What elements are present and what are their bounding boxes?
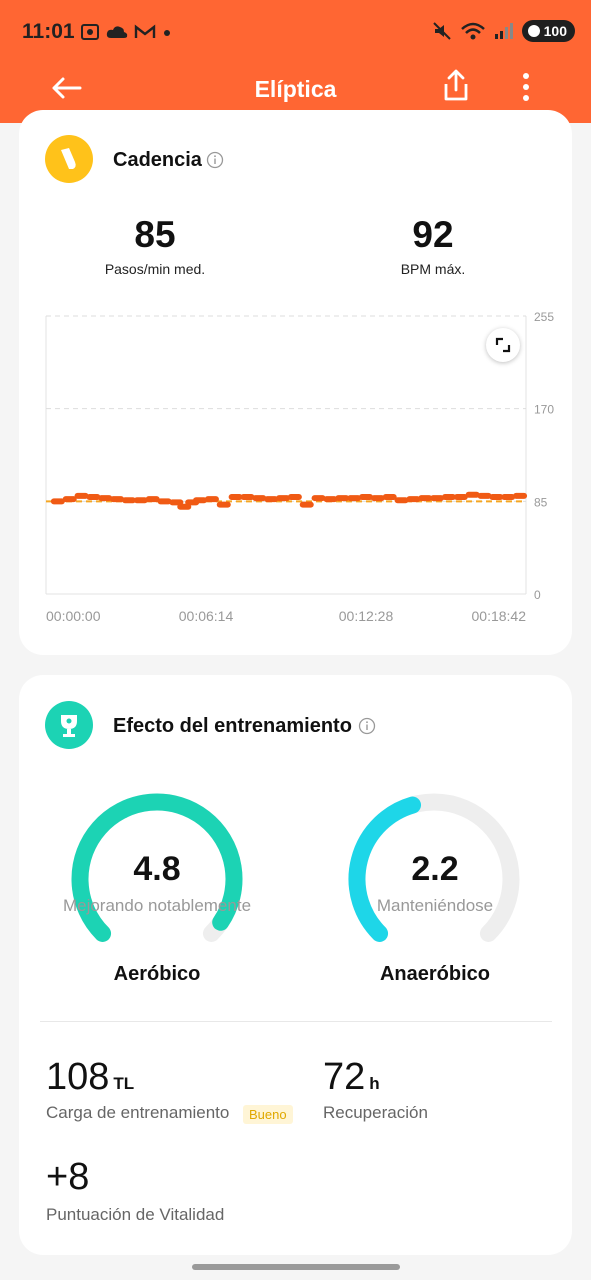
training-load-label: Carga de entrenamiento [46,1103,230,1122]
cadence-data-point [252,495,267,502]
cadence-data-point [240,493,255,500]
cadence-data-point [276,495,291,502]
cadence-data-point [394,497,409,504]
recovery-label: Recuperación [323,1103,428,1122]
anaerobic-label: Anaeróbico [379,963,491,985]
divider [40,1021,552,1022]
cadence-data-point [347,495,362,502]
cadence-data-point [74,492,89,499]
training-load-unit: TL [113,1074,135,1093]
cadence-card: Cadencia 85 Pasos/min med. 92 BPM máx. 2… [19,110,572,655]
cadence-data-point [204,496,219,503]
status-bar: 11:01 100 [0,0,591,62]
aerobic-label: Aeróbico [113,963,201,985]
battery-shield-icon [527,25,540,37]
y-tick-label: 0 [534,588,541,602]
y-tick-label: 170 [534,403,554,417]
cadence-data-point [287,493,302,500]
cadence-data-point [382,493,397,500]
gauges [71,793,520,942]
cadence-data-point [216,501,231,508]
anaerobic-value: 2.2 [411,850,459,888]
cadence-data-point [430,495,445,502]
home-indicator[interactable] [192,1264,400,1270]
cadence-data-point [323,496,338,503]
gmail-icon [134,24,156,38]
cadence-data-point [133,497,148,504]
share-icon[interactable] [438,66,474,106]
recovery-unit: h [369,1074,380,1093]
cadence-data-point [86,493,101,500]
cadence-data-point [62,496,77,503]
page-title: Elíptica [254,76,337,102]
status-time: 11:01 [22,20,75,43]
cadence-data-point [157,498,172,505]
cadence-chart: 255 170 85 0 00:00:00 00:06:14 00:12:28 00:18:4… [45,310,554,624]
cadence-data-point [299,501,314,508]
training-effect-card: Efecto del entrenamiento 4.8 Mejorando n… [19,675,572,1255]
cadence-data-point [477,492,492,499]
header: 11:01 100 Elíptica [0,0,591,123]
anaerobic-status: Manteniéndose [376,896,494,915]
expand-icon [495,337,511,353]
recovery: 72 h [323,1056,380,1099]
aerobic-value: 4.8 [133,850,181,888]
cadence-data-point [406,496,421,503]
battery-indicator: 100 [521,20,575,42]
x-tick-label: 00:06:14 [179,608,234,624]
y-tick-label: 85 [534,495,548,509]
x-tick-label: 00:18:42 [472,608,527,624]
screen-record-icon [81,24,99,40]
signal-icon [494,23,513,39]
cadence-data-point [513,492,528,499]
cadence-data-point [110,496,125,503]
y-tick-label: 255 [534,310,554,324]
mute-icon [432,22,451,40]
cadence-data-point [370,495,385,502]
vitality-label: Puntuación de Vitalidad [46,1205,225,1224]
x-tick-label: 00:12:28 [339,608,394,624]
battery-level: 100 [543,23,567,39]
cloud-icon [106,26,128,38]
cadence-data-point [193,497,208,504]
cadence-data-point [264,496,279,503]
cadence-data-point [465,491,480,498]
training-load-badge: Bueno [243,1105,293,1124]
cadence-data-point [98,495,113,502]
cadence-data-point [311,495,326,502]
expand-chart-button[interactable] [486,328,520,362]
more-options-icon[interactable] [514,66,538,106]
x-tick-label: 00:00:00 [46,608,101,624]
wifi-icon [460,22,485,40]
recovery-value: 72 [323,1056,366,1098]
cadence-data-point [359,493,373,500]
training-load-value: 108 [46,1056,110,1098]
aerobic-status: Mejorando notablemente [62,896,252,915]
notification-dot-icon [164,30,170,36]
vitality-value: +8 [46,1156,90,1198]
training-load: 108 TL [46,1056,134,1099]
cadence-data-point [501,493,516,500]
